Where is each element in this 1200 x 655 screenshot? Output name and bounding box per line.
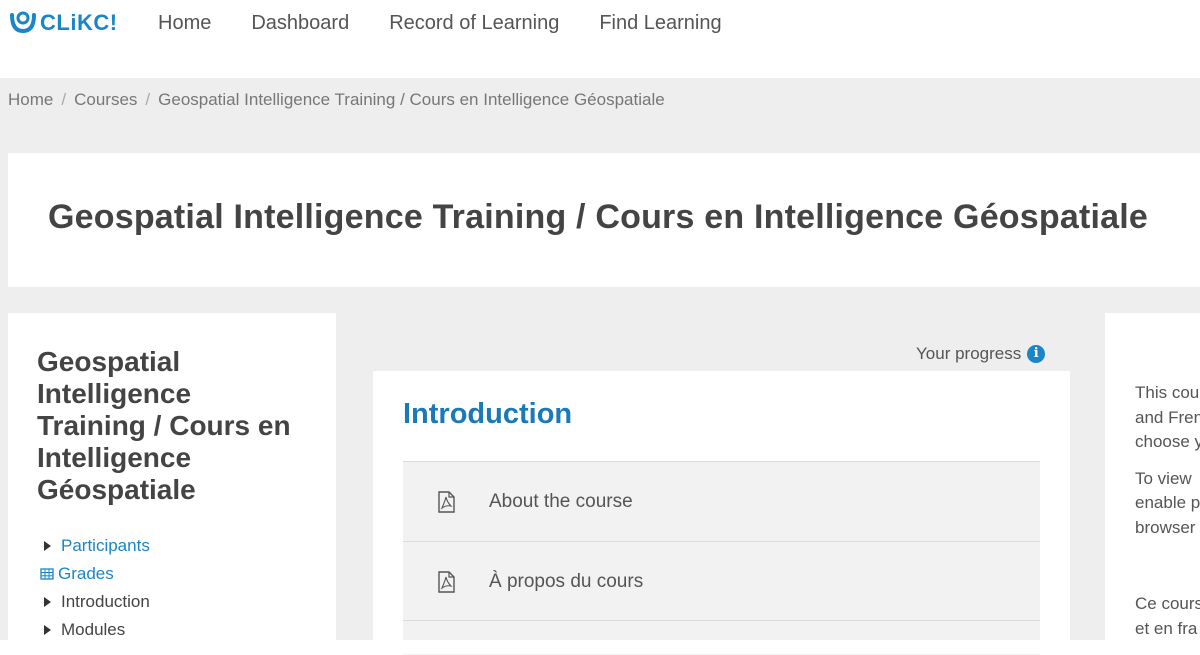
nav-item-label[interactable]: Introduction xyxy=(61,592,150,612)
nav-dashboard[interactable]: Dashboard xyxy=(251,12,349,35)
info-line: and Fren xyxy=(1135,407,1200,427)
info-line: choose y xyxy=(1135,432,1200,451)
bottom-edge xyxy=(0,640,1200,654)
your-progress: Your progress i xyxy=(916,344,1046,364)
triangle-right-icon xyxy=(44,541,51,551)
breadcrumb-separator: / xyxy=(61,90,67,109)
top-navbar: CLiKC! Home Dashboard Record of Learning… xyxy=(0,0,1200,78)
nav-record-of-learning[interactable]: Record of Learning xyxy=(389,12,559,35)
nav-item-label[interactable]: Modules xyxy=(61,620,125,640)
info-icon[interactable]: i xyxy=(1027,345,1046,363)
pdf-icon xyxy=(438,570,455,593)
nav-item-label[interactable]: Participants xyxy=(61,536,150,556)
breadcrumb-home[interactable]: Home xyxy=(8,90,53,110)
grades-table-icon xyxy=(40,568,54,580)
course-nav-list: Participants Grades Introduction Modules xyxy=(40,532,150,644)
nav-item-grades[interactable]: Grades xyxy=(40,560,150,588)
breadcrumb-separator: / xyxy=(145,90,151,109)
info-paragraph: Ce cours et en fra xyxy=(1135,592,1200,641)
info-line: browser xyxy=(1135,517,1196,537)
main-nav: Home Dashboard Record of Learning Find L… xyxy=(158,12,762,35)
info-line: To view xyxy=(1135,468,1192,488)
section-title[interactable]: Introduction xyxy=(403,398,572,431)
info-line: enable p xyxy=(1135,493,1200,512)
pdf-icon xyxy=(438,490,455,513)
progress-label: Your progress xyxy=(916,344,1022,363)
triangle-right-icon xyxy=(44,597,51,607)
triangle-right-icon xyxy=(44,625,51,635)
activity-about-the-course[interactable]: About the course xyxy=(403,461,1040,541)
info-paragraph: This cou and Fren choose y xyxy=(1135,381,1200,455)
logo-text: CLiKC! xyxy=(40,10,118,35)
course-info-text: This cou and Fren choose y To view enabl… xyxy=(1135,381,1200,653)
logo-emblem-icon xyxy=(10,11,36,34)
info-line: Ce cours xyxy=(1135,594,1200,613)
activity-a-propos-du-cours[interactable]: À propos du cours xyxy=(403,541,1040,621)
clikc-logo[interactable]: CLiKC! xyxy=(8,8,118,38)
course-info-block: This cou and Fren choose y To view enabl… xyxy=(1105,313,1200,654)
activity-label[interactable]: About the course xyxy=(489,491,633,513)
info-paragraph: To view enable p browser xyxy=(1135,467,1200,541)
breadcrumb-courses[interactable]: Courses xyxy=(74,90,137,110)
course-block-title: Geospatial Intelligence Training / Cours… xyxy=(37,346,291,505)
breadcrumb-course[interactable]: Geospatial Intelligence Training / Cours… xyxy=(158,90,665,110)
info-line: et en fra xyxy=(1135,618,1198,638)
nav-item-label[interactable]: Grades xyxy=(58,564,114,584)
nav-find-learning[interactable]: Find Learning xyxy=(599,12,721,35)
nav-item-participants[interactable]: Participants xyxy=(42,532,150,560)
page-title: Geospatial Intelligence Training / Cours… xyxy=(48,198,1148,236)
nav-item-introduction[interactable]: Introduction xyxy=(42,588,150,616)
info-line: This cou xyxy=(1135,383,1200,402)
breadcrumb: Home / Courses / Geospatial Intelligence… xyxy=(8,90,665,110)
nav-home[interactable]: Home xyxy=(158,12,211,35)
activity-label[interactable]: À propos du cours xyxy=(489,571,643,593)
